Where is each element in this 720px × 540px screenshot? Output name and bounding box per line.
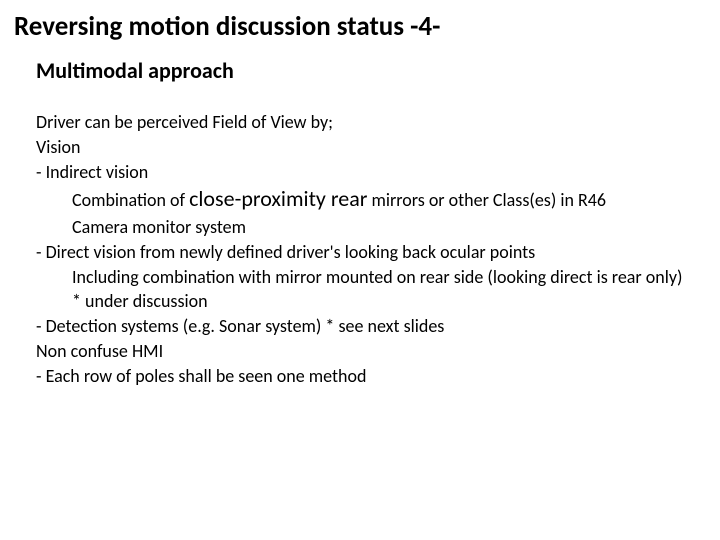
intro-line-1: Driver can be perceived Field of View by… <box>36 110 706 135</box>
bullet-indirect-sub2: Camera monitor system <box>36 215 706 240</box>
bullet-direct-sub2: * under discussion <box>36 289 706 314</box>
text-frag: mirrors or other Class(es) in R46 <box>367 189 606 211</box>
slide-subtitle: Multimodal approach <box>36 57 706 84</box>
text-frag: Combination of <box>72 189 189 211</box>
bullet-direct-sub1: Including combination with mirror mounte… <box>36 265 706 290</box>
bullet-indirect: - Indirect vision <box>36 160 706 185</box>
bullet-indirect-sub1: Combination of close-proximity rear mirr… <box>36 184 706 214</box>
close-proximity-rear-text: close-proximity rear <box>189 185 367 212</box>
hmi-line-1: Non confuse HMI <box>36 339 706 364</box>
hmi-line-2: - Each row of poles shall be seen one me… <box>36 364 706 389</box>
bullet-direct: - Direct vision from newly defined drive… <box>36 240 706 265</box>
body-text: Driver can be perceived Field of View by… <box>36 110 706 389</box>
slide: Reversing motion discussion status -4- M… <box>0 0 720 540</box>
intro-line-2: Vision <box>36 135 706 160</box>
bullet-detection: - Detection systems (e.g. Sonar system) … <box>36 314 706 339</box>
slide-title: Reversing motion discussion status -4- <box>14 10 706 43</box>
